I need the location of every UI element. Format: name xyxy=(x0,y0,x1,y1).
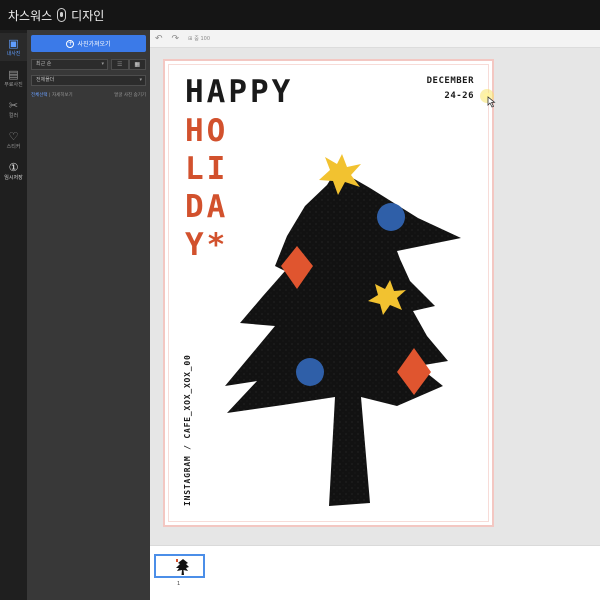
chevron-down-icon: ▾ xyxy=(139,77,142,83)
page-number: 1 xyxy=(177,581,181,587)
holiday-line: DA xyxy=(185,189,229,225)
canvas-area: HAPPY HO LI DA Y* DECEMBER 24-26 INSTAGR… xyxy=(150,48,600,545)
sidebar-item-label: 스티커 xyxy=(6,143,21,150)
folder-select[interactable]: 전체폴더 ▾ xyxy=(31,75,146,86)
mouse-cursor-icon xyxy=(480,89,496,108)
sidebar-item-label: 임시저장 xyxy=(4,174,23,181)
poster-date-days: 24-26 xyxy=(444,91,474,101)
zoom-icon: ⊞ xyxy=(188,35,193,42)
holiday-line: Y* xyxy=(185,227,229,263)
folder-select-value: 전체폴더 xyxy=(36,77,55,83)
app-title-prefix: 차스워스 xyxy=(8,8,53,23)
poster-holiday-title: HO LI DA Y* xyxy=(185,112,275,264)
sidebar-item-label: 컬러 xyxy=(8,112,19,119)
select-all-link[interactable]: 전체선택 xyxy=(31,93,48,98)
sidebar-item-drafts[interactable]: ① 임시저장 xyxy=(0,157,27,185)
thumbnail-tree-icon xyxy=(156,556,203,576)
photo-panel: + 사진가져오기 최근 순 ▾ ☰ ▦ 전체폴더 ▾ 전체선택 | 자세히보기 … xyxy=(27,30,150,600)
blue-ornament-top xyxy=(377,203,405,231)
list-view-button[interactable]: ☰ xyxy=(111,59,129,70)
sidebar-item-stickers[interactable]: ♡ 스티커 xyxy=(0,126,27,154)
zoom-label: 줌 100 xyxy=(194,36,211,42)
poster-date-month: DECEMBER xyxy=(426,76,474,86)
sidebar-item-my-photos[interactable]: ▣ 내사진 xyxy=(0,33,27,61)
view-mode-toggle: ☰ ▦ xyxy=(111,59,146,70)
heart-icon: ♡ xyxy=(8,129,19,143)
plus-circle-icon: + xyxy=(66,39,75,48)
holiday-line: LI xyxy=(185,151,229,187)
details-link[interactable]: | 자세히보기 xyxy=(49,93,73,98)
sidebar-nav: ▣ 내사진 ▤ 무료사진 ✂ 컬러 ♡ 스티커 ① 임시저장 xyxy=(0,30,27,600)
holiday-line: HO xyxy=(185,113,229,149)
sidebar-item-label: 무료사진 xyxy=(4,81,23,88)
scissors-icon: ✂ xyxy=(8,98,19,112)
zoom-control[interactable]: ⊞ 줌 100 xyxy=(188,35,211,43)
editor-toolbar: ↶ ↷ ⊞ 줌 100 xyxy=(150,30,600,48)
undo-icon[interactable]: ↶ xyxy=(155,34,163,44)
panel-links: 전체선택 | 자세히보기 얼굴 사진 숨기기 xyxy=(31,92,146,98)
sort-select[interactable]: 최근 순 ▾ xyxy=(31,59,108,70)
redo-icon[interactable]: ↷ xyxy=(172,34,180,44)
poster-instagram-handle: INSTAGRAM / CAFE_XOX_XOX_00 xyxy=(183,354,192,506)
blue-ornament-bottom xyxy=(296,358,324,386)
upload-photo-button[interactable]: + 사진가져오기 xyxy=(31,35,146,52)
page-thumbnail[interactable] xyxy=(154,554,205,578)
poster-happy-title: HAPPY xyxy=(185,74,294,110)
chevron-down-icon: ▾ xyxy=(101,61,104,67)
upload-label: 사진가져오기 xyxy=(77,41,111,48)
sidebar-item-free-photos[interactable]: ▤ 무료사진 xyxy=(0,64,27,92)
image-icon: ▤ xyxy=(8,67,19,81)
title-bar: 차스워스 디자인 xyxy=(0,0,600,30)
app-title-suffix: 디자인 xyxy=(71,8,105,23)
photo-icon: ▣ xyxy=(8,36,19,50)
logo-icon xyxy=(57,8,67,22)
design-page[interactable]: HAPPY HO LI DA Y* DECEMBER 24-26 INSTAGR… xyxy=(163,59,494,527)
sidebar-item-color[interactable]: ✂ 컬러 xyxy=(0,95,27,123)
info-circle-icon: ① xyxy=(8,160,19,174)
sidebar-item-label: 내사진 xyxy=(6,50,21,57)
sort-select-value: 최근 순 xyxy=(36,61,52,67)
hide-face-photos-link[interactable]: 얼굴 사진 숨기기 xyxy=(114,92,146,98)
page-filmstrip: 1 xyxy=(150,545,600,600)
grid-view-button[interactable]: ▦ xyxy=(128,59,146,70)
